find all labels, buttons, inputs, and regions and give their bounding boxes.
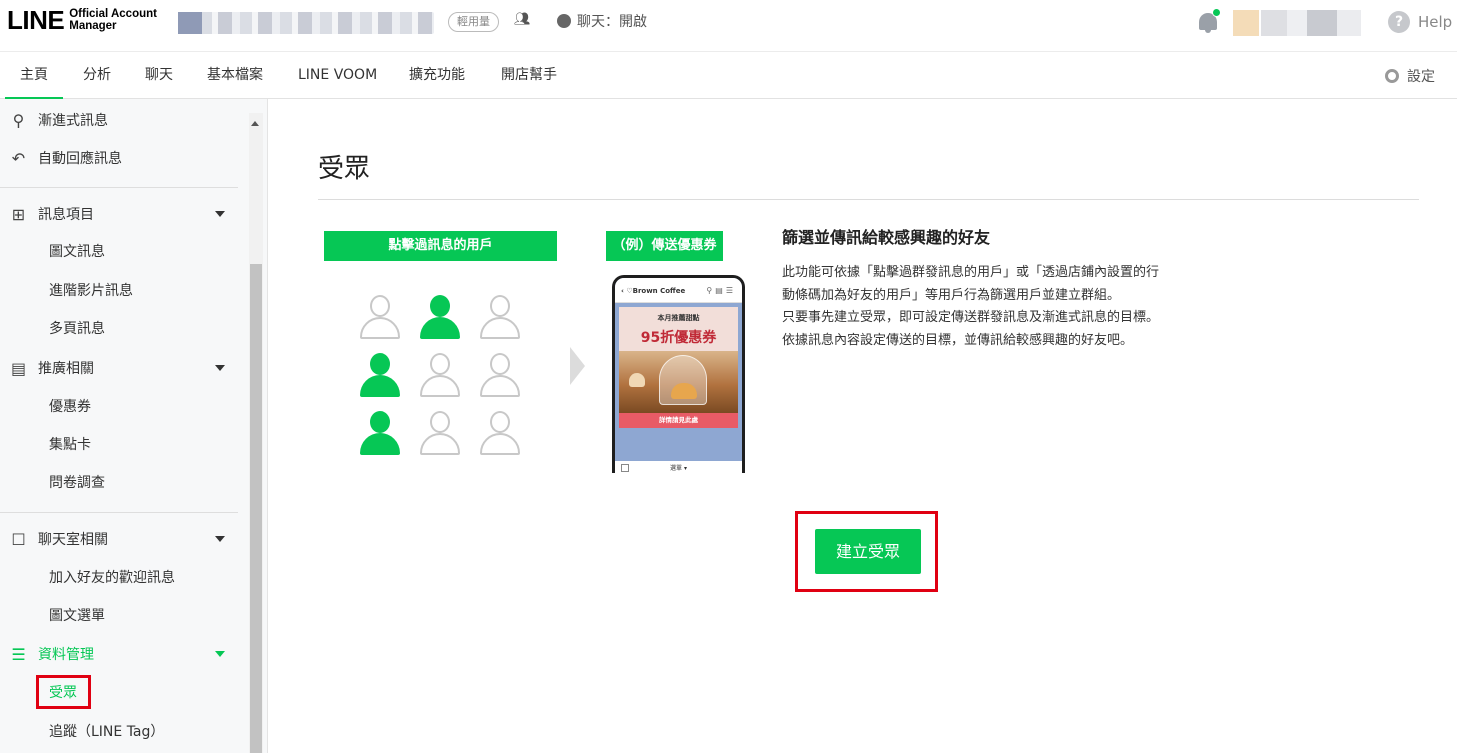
user-icon: [478, 351, 522, 399]
tab-line-voom[interactable]: LINE VOOM: [298, 52, 377, 99]
scroll-up-arrow-icon[interactable]: [251, 121, 259, 126]
sidebar-sub-line-tag[interactable]: 追蹤（LINE Tag）: [49, 720, 164, 744]
sidebar-item-message-items[interactable]: ⊞ 訊息項目: [0, 195, 248, 233]
sidebar-item-data-management[interactable]: ☰ 資料管理: [0, 635, 248, 673]
plan-badge: 輕用量: [448, 12, 499, 32]
user-icon: [478, 293, 522, 341]
sidebar-item-promotion[interactable]: ▤ 推廣相關: [0, 349, 248, 387]
sidebar-sub-greeting-message[interactable]: 加入好友的歡迎訊息: [49, 566, 175, 590]
logo-line-text: LINE: [7, 5, 65, 35]
help-icon: ?: [1388, 11, 1410, 33]
tab-chat[interactable]: 聊天: [145, 52, 173, 99]
arrow-right-icon: [570, 347, 585, 385]
chat-status[interactable]: 聊天：開啟: [557, 9, 647, 31]
sidebar-sub-video-message[interactable]: 進階影片訊息: [49, 279, 133, 303]
sidebar-sub-rich-message[interactable]: 圖文訊息: [49, 240, 105, 264]
description-line: 此功能可依據「點擊過群發訊息的用戶」或「透過店鋪內設置的行: [782, 265, 1160, 280]
logo-subtitle: Official Account Manager: [69, 8, 157, 32]
chat-bubble-icon: [557, 9, 571, 28]
clicked-users-label: 點擊過訊息的用戶: [324, 231, 557, 261]
help-label: Help: [1418, 13, 1453, 31]
highlight-box-audiences: [36, 675, 91, 709]
chat-room-icon: ☐: [11, 529, 26, 549]
user-icon: [418, 351, 462, 399]
phone-chat-header: ‹ ♡Brown Coffee ⚲▤☰: [615, 278, 742, 303]
cake-image: [671, 383, 697, 399]
top-header: LINE Official Account Manager 輕用量 👥︎ 聊天：…: [0, 0, 1457, 52]
description-line: 依據訊息內容設定傳送的目標，並傳訊給較感興趣的好友吧。: [782, 333, 1134, 348]
users-illustration: [358, 293, 522, 457]
description-line: 只要事先建立受眾，即可設定傳送群發訊息及漸進式訊息的目標。: [782, 310, 1160, 325]
section-title: 篩選並傳訊給較感興趣的好友: [782, 228, 991, 247]
sidebar-sub-surveys[interactable]: 問卷調查: [49, 471, 105, 495]
highlight-box-create-button: [795, 511, 938, 592]
user-icon-selected: [418, 293, 462, 341]
notification-dot: [1212, 8, 1221, 17]
phone-mockup: ‹ ♡Brown Coffee ⚲▤☰ 本月推薦甜點 95折優惠券 詳情請見此處…: [612, 275, 745, 473]
user-icon: [478, 409, 522, 457]
tab-home[interactable]: 主頁: [5, 52, 63, 100]
coupon-title: 本月推薦甜點: [657, 314, 700, 322]
chat-status-text: 聊天：開啟: [577, 14, 647, 30]
notification-bell-icon[interactable]: [1197, 8, 1221, 34]
friends-count-icon: 👥︎: [514, 12, 531, 27]
sidebar: ⚲ 漸進式訊息 ↶ 自動回應訊息 ⊞ 訊息項目 圖文訊息 進階影片訊息 多頁訊息…: [0, 99, 268, 753]
gear-icon: [1385, 69, 1399, 83]
sidebar-divider: [0, 512, 238, 513]
reply-icon: ↶: [11, 148, 26, 168]
chevron-down-icon: [215, 651, 225, 657]
description-line: 動條碼加為好友的用戶」等用戶行為篩選用戶並建立群組。: [782, 288, 1121, 303]
tab-extensions[interactable]: 擴充功能: [409, 52, 465, 99]
send-coupon-label: （例）傳送優惠券: [606, 231, 723, 261]
account-name-blurred[interactable]: [178, 12, 434, 34]
message-plus-icon: ⊞: [11, 204, 26, 224]
sidebar-scrollbar-thumb[interactable]: [250, 264, 262, 753]
flow-icon: ⚲: [12, 110, 25, 130]
tab-analytics[interactable]: 分析: [83, 52, 111, 99]
chevron-down-icon: [215, 536, 225, 542]
tab-profile[interactable]: 基本檔案: [207, 52, 263, 99]
phone-menu-bar: 選單 ▾: [615, 461, 742, 473]
keyboard-icon: [621, 464, 629, 472]
sidebar-item-chat-room[interactable]: ☐ 聊天室相關: [0, 520, 248, 558]
tab-shop-helper[interactable]: 開店幫手: [501, 52, 557, 99]
shop-icon: ▤: [10, 358, 27, 378]
title-divider: [318, 199, 1419, 200]
cupcake-image: [629, 373, 645, 387]
phone-header-icons: ⚲▤☰: [706, 286, 736, 295]
coupon-card: 本月推薦甜點 95折優惠券 詳情請見此處: [619, 307, 738, 428]
coupon-value: 95折優惠券: [640, 330, 717, 346]
user-account-blurred[interactable]: [1233, 10, 1361, 36]
sidebar-sub-coupons[interactable]: 優惠券: [49, 395, 91, 419]
sidebar-item-step-messages[interactable]: ⚲ 漸進式訊息: [0, 101, 248, 139]
sidebar-sub-card-message[interactable]: 多頁訊息: [49, 317, 105, 341]
page-title: 受眾: [318, 154, 371, 184]
line-oa-logo[interactable]: LINE Official Account Manager: [7, 7, 157, 33]
sidebar-item-auto-reply[interactable]: ↶ 自動回應訊息: [0, 139, 248, 177]
chevron-down-icon: [215, 365, 225, 371]
database-icon: ☰: [11, 644, 26, 664]
sidebar-sub-rich-menu[interactable]: 圖文選單: [49, 604, 105, 628]
help-link[interactable]: ? Help: [1388, 11, 1452, 33]
settings-link[interactable]: 設定: [1385, 66, 1435, 86]
settings-label: 設定: [1407, 69, 1435, 85]
main-nav: 主頁 分析 聊天 基本檔案 LINE VOOM 擴充功能 開店幫手 設定: [0, 52, 1457, 100]
user-icon-selected: [358, 409, 402, 457]
coupon-cta: 詳情請見此處: [619, 413, 738, 428]
user-icon: [358, 293, 402, 341]
chevron-down-icon: [215, 211, 225, 217]
user-icon-selected: [358, 351, 402, 399]
user-icon: [418, 409, 462, 457]
sidebar-sub-reward-cards[interactable]: 集點卡: [49, 433, 91, 457]
sidebar-divider: [0, 187, 238, 188]
